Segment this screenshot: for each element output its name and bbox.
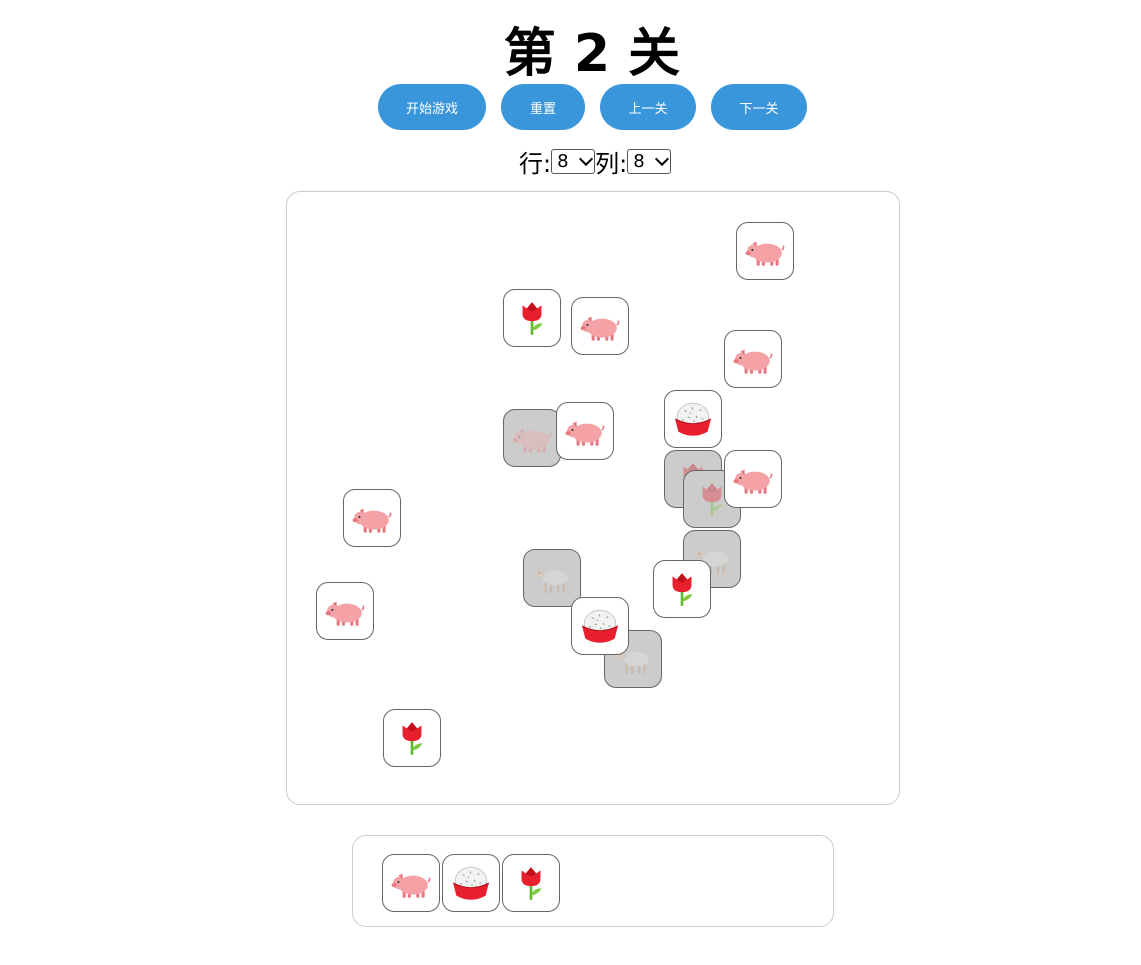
lamb-tile — [523, 549, 581, 607]
pig-icon — [564, 410, 606, 452]
pig-tile — [382, 854, 440, 912]
pig-tile[interactable] — [556, 402, 614, 460]
tulip-icon — [391, 717, 433, 759]
tulip-tile[interactable] — [503, 289, 561, 347]
tulip-icon — [661, 568, 703, 610]
rice-bowl-tile[interactable] — [664, 390, 722, 448]
reset-button[interactable]: 重置 — [501, 84, 585, 130]
rice-bowl-tile — [442, 854, 500, 912]
cols-label: 列: — [595, 149, 628, 178]
pig-tile[interactable] — [343, 489, 401, 547]
tulip-tile[interactable] — [653, 560, 711, 618]
rice-bowl-icon — [672, 398, 714, 440]
pig-icon — [351, 497, 393, 539]
cols-select[interactable]: 8 — [627, 148, 672, 174]
pig-tile[interactable] — [736, 222, 794, 280]
game-page: 第 2 关 开始游戏 重置 上一关 下一关 行: 8 列: 8 — [0, 0, 1141, 965]
tulip-tile[interactable] — [383, 709, 441, 767]
start-game-button[interactable]: 开始游戏 — [378, 84, 486, 130]
game-board — [286, 191, 900, 805]
pig-icon — [324, 590, 366, 632]
pig-tile[interactable] — [571, 297, 629, 355]
pig-icon — [511, 417, 553, 459]
pig-icon — [744, 230, 786, 272]
pig-icon — [732, 458, 774, 500]
next-level-button[interactable]: 下一关 — [711, 84, 807, 130]
cols-select-value: 8 — [633, 150, 645, 172]
tulip-tile — [502, 854, 560, 912]
tulip-icon — [511, 297, 553, 339]
pig-icon — [579, 305, 621, 347]
pig-tile[interactable] — [316, 582, 374, 640]
rows-label: 行: — [519, 149, 552, 178]
level-title: 第 2 关 — [503, 24, 681, 84]
lamb-icon — [531, 557, 573, 599]
rice-bowl-tile[interactable] — [571, 597, 629, 655]
pig-icon — [732, 338, 774, 380]
pig-icon — [390, 862, 432, 904]
pig-tile — [503, 409, 561, 467]
rows-select[interactable]: 8 — [551, 148, 596, 174]
chevron-down-icon — [579, 151, 594, 167]
rice-bowl-icon — [450, 862, 492, 904]
pig-tile[interactable] — [724, 330, 782, 388]
chevron-down-icon — [655, 151, 670, 167]
tile-tray — [352, 835, 834, 927]
rice-bowl-icon — [579, 605, 621, 647]
rows-select-value: 8 — [557, 150, 569, 172]
pig-tile[interactable] — [724, 450, 782, 508]
grid-settings: 行: 8 列: 8 — [519, 147, 672, 178]
tulip-icon — [510, 862, 552, 904]
previous-level-button[interactable]: 上一关 — [600, 84, 696, 130]
